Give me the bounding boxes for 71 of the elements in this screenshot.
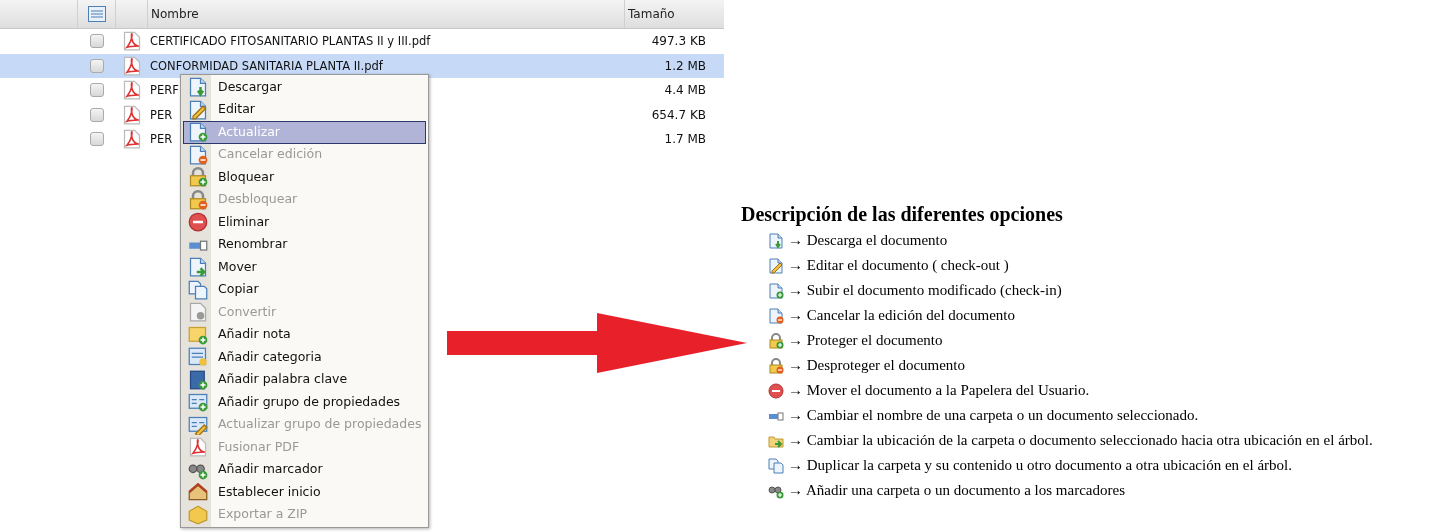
column-header[interactable]: Tamaño — [625, 0, 724, 28]
row-checkbox[interactable] — [90, 132, 104, 147]
category-icon — [188, 347, 208, 368]
menu-item[interactable]: Añadir nota — [183, 323, 426, 346]
delete-icon — [188, 212, 208, 233]
copy-icon — [768, 457, 784, 474]
menu-item[interactable]: Editar — [183, 98, 426, 121]
form-pencil-icon — [188, 414, 208, 435]
menu-item[interactable]: Añadir categoria — [183, 346, 426, 369]
document-upload-icon — [768, 282, 784, 299]
form-plus-icon — [188, 392, 208, 413]
document-cancel-icon — [188, 144, 208, 165]
file-name: CONFORMIDAD SANITARIA PLANTA II.pdf — [150, 58, 383, 73]
padlock-minus-icon — [768, 357, 784, 374]
file-name: PERF — [150, 83, 179, 98]
row-checkbox[interactable] — [90, 34, 104, 49]
menu-item[interactable]: Añadir palabra clave — [183, 368, 426, 391]
file-name: PER — [150, 107, 173, 122]
option-description: → Cancelar la edición del documento — [788, 306, 1015, 326]
option-description: → Desproteger el documento — [788, 356, 966, 376]
document-upload-icon — [188, 122, 208, 143]
menu-item[interactable]: Añadir grupo de propiedades — [183, 391, 426, 414]
note-plus-icon — [188, 324, 208, 345]
file-size: 497.3 KB — [650, 33, 707, 51]
document-gear-icon — [188, 302, 208, 323]
row-checkbox[interactable] — [90, 107, 104, 122]
file-size: 1.2 MB — [663, 57, 707, 75]
pdf-icon — [122, 55, 142, 76]
document-arrow-icon — [188, 257, 208, 278]
pdf-icon — [122, 31, 142, 52]
menu-item[interactable]: Añadir marcador — [183, 458, 426, 481]
menu-item[interactable]: Mover — [183, 256, 426, 279]
book-plus-icon — [188, 369, 208, 390]
file-size: 1.7 MB — [663, 131, 707, 149]
row-checkbox[interactable] — [90, 58, 104, 73]
menu-item[interactable]: Eliminar — [183, 211, 426, 234]
option-description: → Cambiar el nombre de una carpeta o un documento seleccionado. — [788, 406, 1199, 426]
file-size: 654.7 KB — [650, 106, 707, 124]
option-description: → Mover el documento a la Papelera del Usuario. — [788, 381, 1090, 401]
menu-item[interactable]: Bloquear — [183, 166, 426, 189]
option-description: → Proteger el documento — [788, 331, 943, 351]
option-description: → Editar el documento ( check-out ) — [788, 256, 1009, 276]
row-checkbox[interactable] — [90, 83, 104, 98]
file-size: 4.4 MB — [663, 82, 707, 100]
menu-item[interactable]: Establecer inicio — [183, 481, 426, 504]
option-description: → Subir el documento modificado (check-in) — [788, 281, 1062, 301]
pdf-icon — [188, 437, 208, 458]
description-title: Descripción de las diferentes opciones — [741, 202, 1064, 226]
copy-icon — [188, 279, 208, 300]
option-description: → Añadir una carpeta o un documento a los marcadores — [788, 481, 1125, 501]
column-header[interactable]: Nombre — [148, 0, 625, 28]
padlock-minus-icon — [188, 189, 208, 210]
document-download-icon — [188, 77, 208, 98]
option-description: → Cambiar la ubicación de la carpeta o documento seleccionado hacia otra ubicación en el árbol. — [788, 431, 1373, 451]
document-cancel-icon — [768, 307, 784, 324]
padlock-plus-icon — [188, 167, 208, 188]
padlock-plus-icon — [768, 332, 784, 349]
menu-item[interactable]: Renombrar — [183, 233, 426, 256]
menu-item[interactable]: Descargar — [183, 76, 426, 99]
option-description: → Duplicar la carpeta y su contenido u otro documento a otra ubicación en el árbol. — [788, 456, 1292, 476]
file-name: CERTIFICADO FITOSANITARIO PLANTAS II y III.pdf — [150, 34, 431, 49]
file-name: PER — [150, 132, 173, 147]
option-description: → Descarga el documento — [788, 231, 948, 251]
house-icon — [188, 482, 208, 503]
document-pencil-icon — [768, 257, 784, 274]
box-icon — [188, 504, 208, 525]
document-download-icon — [768, 232, 784, 249]
menu-item[interactable]: Copiar — [183, 278, 426, 301]
delete-icon — [768, 382, 784, 399]
document-pencil-icon — [188, 99, 208, 120]
list-icon[interactable] — [87, 6, 106, 22]
